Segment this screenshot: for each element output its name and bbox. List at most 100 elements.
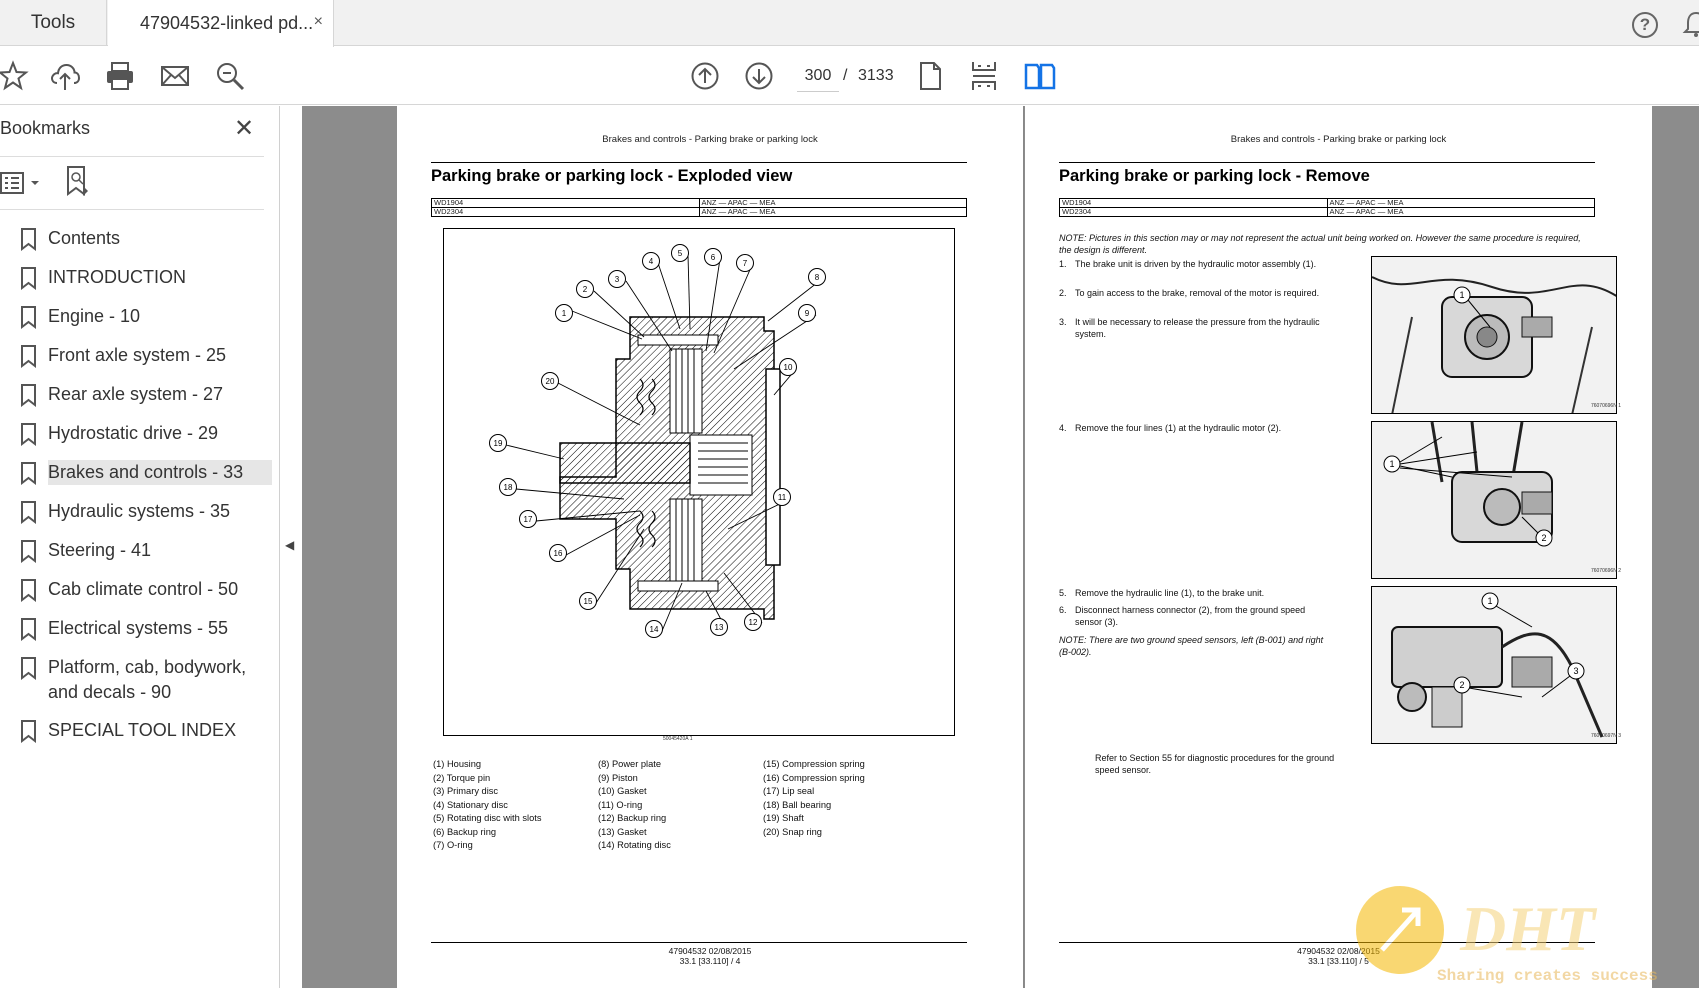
step-number: 2.	[1059, 288, 1067, 298]
page-separator: /	[843, 67, 848, 84]
legend-entry: (8) Power plate	[598, 759, 662, 769]
legend-entry: (1) Housing	[433, 759, 482, 769]
region-cell: ANZ — APAC — MEA	[1326, 207, 1595, 217]
print-icon[interactable]	[103, 59, 137, 93]
legend-entry: (10) Gasket	[598, 786, 647, 796]
callout-number: 17	[524, 515, 533, 524]
bookmark-item[interactable]: Hydrostatic drive - 29	[0, 415, 272, 454]
close-tab-icon[interactable]: ×	[314, 13, 323, 31]
next-page-icon[interactable]	[742, 59, 776, 93]
bookmark-item[interactable]: Rear axle system - 27	[0, 376, 272, 415]
page-header: Brakes and controls - Parking brake or p…	[1230, 134, 1447, 145]
legend-entry: (3) Primary disc	[433, 786, 499, 796]
callout-number: 5	[678, 249, 683, 258]
procedure-step: 3. It will be necessary to release the pr…	[1059, 316, 1329, 340]
bookmark-icon	[18, 617, 40, 642]
email-icon[interactable]	[158, 59, 192, 93]
help-icon[interactable]: ?	[1632, 12, 1658, 38]
bookmark-label: SPECIAL TOOL INDEX	[48, 720, 237, 740]
step-text: The brake unit is driven by the hydrauli…	[1075, 259, 1317, 269]
previous-page-icon[interactable]	[688, 59, 722, 93]
search-zoom-icon[interactable]	[213, 59, 247, 93]
exploded-view-diagram: 1 2 3 4 5 6 7 8 9 10 11 12 13 14 15 16 17 18 19 20	[443, 228, 955, 736]
page-footer: 47904532 02/08/2015 33.1 [33.110] / 4	[397, 946, 1023, 966]
photo-caption: 76070696N 1	[1590, 403, 1621, 409]
bookmark-label: INTRODUCTION	[48, 267, 186, 287]
photo-callout: 2	[1541, 533, 1546, 543]
divider	[0, 156, 264, 157]
legend-entry: (16) Compression spring	[763, 772, 865, 783]
bookmark-label: Platform, cab, bodywork, and decals - 90	[48, 657, 247, 702]
bookmark-icon	[18, 539, 40, 564]
notification-bell-icon[interactable]	[1682, 10, 1699, 38]
diagram-caption: 50045420A 1	[663, 736, 693, 742]
two-page-view-icon[interactable]	[1023, 59, 1057, 93]
callout-number: 10	[784, 363, 793, 372]
watermark-logo-text: DHT	[1459, 893, 1598, 964]
bookmark-item[interactable]: Steering - 41	[0, 532, 272, 571]
bookmark-item[interactable]: Engine - 10	[0, 298, 272, 337]
bookmark-label: Rear axle system - 27	[48, 384, 224, 404]
dht-watermark-logo: DHT Sharing creates success	[1352, 866, 1699, 988]
model-cell: WD1904	[1059, 198, 1328, 208]
callout-number: 3	[615, 275, 620, 284]
photo-ground-speed-sensor: 1 2 3	[1371, 586, 1617, 744]
model-table: WD1904 ANZ — APAC — MEA WD2304 ANZ — APAC …	[1059, 198, 1595, 217]
callout-number: 19	[494, 439, 503, 448]
bookmark-icon	[18, 305, 40, 330]
callout-number: 13	[715, 623, 724, 632]
bookmark-label: Steering - 41	[48, 540, 152, 560]
legend-entry: (11) O-ring	[598, 799, 643, 810]
bookmark-item[interactable]: Electrical systems - 55	[0, 610, 272, 649]
options-menu-icon[interactable]	[0, 166, 46, 200]
legend-entry: (5) Rotating disc with slots	[433, 813, 542, 823]
bookmark-label: Cab climate control - 50	[48, 579, 239, 599]
step-number: 5.	[1059, 588, 1067, 598]
tab-tools[interactable]: Tools	[0, 0, 107, 46]
add-bookmark-icon[interactable]	[64, 164, 94, 200]
legend-column: (15) Compression spring (16) Compression …	[763, 758, 943, 839]
callout-number: 12	[749, 618, 758, 627]
legend-entry: (13) Gasket	[598, 826, 647, 837]
bookmark-item[interactable]: Brakes and controls - 33	[0, 454, 272, 493]
legend-entry: (7) O-ring	[433, 840, 473, 850]
bookmark-item[interactable]: Platform, cab, bodywork, and decals - 90	[0, 649, 272, 712]
cloud-upload-icon[interactable]	[48, 59, 82, 93]
bookmark-item[interactable]: Front axle system - 25	[0, 337, 272, 376]
callout-number: 7	[743, 259, 748, 268]
bookmark-item[interactable]: Hydraulic systems - 35	[0, 493, 272, 532]
legend-column: (1) Housing (2) Torque pin (3) Primary dis…	[433, 758, 613, 853]
callout-number: 14	[650, 625, 659, 634]
bookmark-item[interactable]: Cab climate control - 50	[0, 571, 272, 610]
bookmark-item[interactable]: SPECIAL TOOL INDEX	[0, 712, 272, 751]
single-page-view-icon[interactable]	[913, 59, 947, 93]
bookmark-icon	[18, 227, 40, 252]
bookmark-item[interactable]: INTRODUCTION	[0, 259, 272, 298]
step-text: To gain access to the brake, removal of …	[1075, 288, 1320, 298]
page-total: 3133	[858, 67, 894, 84]
bookmarks-panel: Bookmarks ✕ Contents INTRODUCTION Engine -…	[0, 106, 280, 988]
legend-entry: (20) Snap ring	[763, 826, 822, 837]
procedure-step: 4. Remove the four lines (1) at the hydra…	[1059, 422, 1329, 434]
footer-rule	[431, 942, 967, 943]
bookmark-label: Hydraulic systems - 35	[48, 501, 231, 521]
callout-number: 15	[584, 597, 593, 606]
page-title: Parking brake or parking lock - Exploded…	[431, 162, 967, 186]
tab-document[interactable]: 47904532-linked pd... ×	[108, 0, 334, 47]
star-bookmark-icon[interactable]	[0, 59, 30, 93]
legend-entry: (9) Piston	[598, 772, 638, 783]
procedure-step: 5. Remove the hydraulic line (1), to the …	[1059, 587, 1329, 599]
bookmark-icon	[18, 461, 40, 486]
document-viewport[interactable]: Brakes and controls - Parking brake or p…	[302, 106, 1699, 988]
legend-entry: (17) Lip seal	[763, 786, 815, 796]
close-panel-icon[interactable]: ✕	[234, 114, 254, 143]
bookmark-item[interactable]: Contents	[0, 220, 272, 259]
step-text: Remove the four lines (1) at the hydraul…	[1075, 423, 1282, 433]
bookmark-label: Contents	[48, 228, 121, 248]
collapse-panel-icon[interactable]: ◀	[285, 538, 294, 552]
callout-number: 18	[504, 483, 513, 492]
callout-number: 16	[554, 549, 563, 558]
watermark-tagline: Sharing creates success	[1437, 967, 1658, 985]
page-number-input[interactable]: 300	[797, 60, 839, 92]
scrolling-view-icon[interactable]	[967, 59, 1001, 93]
